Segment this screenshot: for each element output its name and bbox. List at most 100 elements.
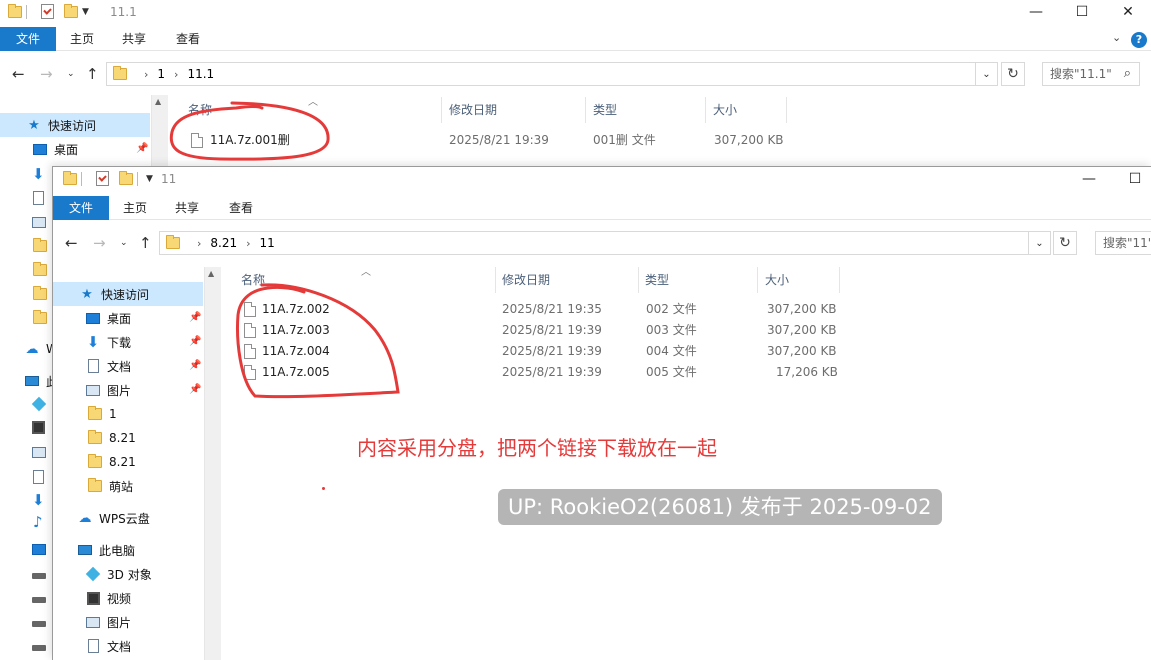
nav-pc-pictures[interactable]: 图片 [53,610,203,634]
address-bar[interactable]: › 1 › 11.1 [106,62,976,86]
maximize-button[interactable]: ☐ [1112,167,1151,191]
nav-quick-access[interactable]: ★ 快速访问 [53,282,203,306]
tab-home[interactable]: 主页 [109,196,161,220]
refresh-icon[interactable]: ↻ [1053,231,1077,255]
3d-objects-icon[interactable] [31,396,47,412]
folder-icon[interactable] [33,286,47,300]
recent-locations-chevron-icon[interactable]: ⌄ [67,69,75,79]
column-header-size[interactable]: 大小 [765,267,789,293]
documents-icon[interactable] [33,470,44,484]
file-row[interactable]: 11A.7z.003 2025/8/21 19:39 003 文件 307,20… [241,320,861,341]
nav-pictures[interactable]: 图片 [53,378,203,402]
column-header-type[interactable]: 类型 [645,267,669,293]
address-bar[interactable]: › 8.21 › 11 [159,231,1029,255]
scroll-up-arrow-icon[interactable]: ▲ [155,97,161,106]
pin-icon[interactable]: 📌 [189,312,201,323]
column-divider[interactable] [786,97,787,123]
forward-arrow-icon[interactable]: → [40,65,53,83]
pictures-icon[interactable] [32,447,46,458]
new-folder-icon[interactable] [64,3,78,18]
scroll-up-arrow-icon[interactable]: ▲ [208,269,214,278]
nav-3d-objects[interactable]: 3D 对象 [53,562,203,586]
close-button[interactable]: ✕ [1105,0,1151,24]
nav-pc-documents[interactable]: 文档 [53,634,203,658]
maximize-button[interactable]: ☐ [1059,0,1105,24]
address-dropdown-icon[interactable]: ⌄ [1029,231,1051,255]
expand-ribbon-icon[interactable]: ⌄ [1112,31,1121,44]
folder-icon[interactable] [33,238,47,252]
file-row[interactable]: 11A.7z.001删 2025/8/21 19:39 001删 文件 307,… [188,130,808,151]
nav-folder-8-21[interactable]: 8.21 [53,426,203,450]
tab-home[interactable]: 主页 [56,27,108,51]
back-arrow-icon[interactable]: ← [12,65,25,83]
column-divider[interactable] [585,97,586,123]
column-header-date[interactable]: 修改日期 [449,97,497,123]
new-folder-icon[interactable] [119,170,133,185]
drive-icon[interactable] [32,573,46,579]
downloads-arrow-icon[interactable]: ⬇ [32,491,45,509]
help-icon[interactable]: ? [1131,32,1147,48]
music-icon[interactable]: ♪ [33,513,43,531]
forward-arrow-icon[interactable]: → [93,234,106,252]
column-header-size[interactable]: 大小 [713,97,737,123]
breadcrumb-8-21[interactable]: 8.21 [210,236,237,250]
minimize-button[interactable]: — [1013,0,1059,24]
tab-view[interactable]: 查看 [213,196,269,220]
column-divider[interactable] [757,267,758,293]
nav-downloads[interactable]: ⬇ 下载 [53,330,203,354]
drive-icon[interactable] [32,645,46,651]
address-dropdown-icon[interactable]: ⌄ [976,62,998,86]
nav-wps-cloud[interactable]: ☁ WPS云盘 [53,506,203,530]
customize-toolbar-dropdown-icon[interactable]: ▼ [146,174,153,184]
nav-folder-1[interactable]: 1 [53,402,203,426]
back-arrow-icon[interactable]: ← [65,234,78,252]
pin-icon[interactable]: 📌 [136,143,148,154]
drive-icon[interactable] [32,597,46,603]
breadcrumb-11[interactable]: 11 [260,236,275,250]
tab-file[interactable]: 文件 [0,27,56,51]
desktop-icon[interactable] [32,544,46,555]
downloads-arrow-icon[interactable]: ⬇ [32,165,45,183]
tab-view[interactable]: 查看 [160,27,216,51]
pin-icon[interactable]: 📌 [189,384,201,395]
nav-folder-mengzhan[interactable]: 萌站 [53,474,203,498]
pictures-icon[interactable] [32,217,46,228]
recent-locations-chevron-icon[interactable]: ⌄ [120,238,128,248]
column-divider[interactable] [705,97,706,123]
folder-icon[interactable] [33,262,47,276]
nav-folder-8-21-2[interactable]: 8.21 [53,450,203,474]
column-header-name[interactable]: 名称 [188,97,212,123]
column-divider[interactable] [495,267,496,293]
nav-documents[interactable]: 文档 [53,354,203,378]
up-arrow-icon[interactable]: ↑ [139,234,152,252]
file-row[interactable]: 11A.7z.004 2025/8/21 19:39 004 文件 307,20… [241,341,861,362]
column-header-date[interactable]: 修改日期 [502,267,550,293]
tab-file[interactable]: 文件 [53,196,109,220]
file-row[interactable]: 11A.7z.002 2025/8/21 19:35 002 文件 307,20… [241,299,861,320]
search-input[interactable]: 搜索"11" [1095,231,1151,255]
nav-this-pc[interactable]: 此电脑 [53,538,203,562]
column-divider[interactable] [638,267,639,293]
folder-icon[interactable] [33,310,47,324]
drive-icon[interactable] [32,621,46,627]
nav-videos[interactable]: 视频 [53,586,203,610]
tab-share[interactable]: 共享 [161,196,213,220]
column-divider[interactable] [441,97,442,123]
column-divider[interactable] [839,267,840,293]
up-arrow-icon[interactable]: ↑ [86,65,99,83]
documents-icon[interactable] [33,191,44,205]
customize-toolbar-dropdown-icon[interactable]: ▼ [82,7,89,17]
column-header-type[interactable]: 类型 [593,97,617,123]
nav-desktop[interactable]: 桌面 [0,137,150,161]
refresh-icon[interactable]: ↻ [1001,62,1025,86]
properties-icon[interactable] [96,171,109,186]
properties-icon[interactable] [41,4,54,19]
breadcrumb-1[interactable]: 1 [157,67,165,81]
videos-icon[interactable] [32,421,45,434]
nav-desktop[interactable]: 桌面 [53,306,203,330]
nav-quick-access[interactable]: ★ 快速访问 [0,113,150,137]
file-row[interactable]: 11A.7z.005 2025/8/21 19:39 005 文件 17,206… [241,362,861,383]
search-input[interactable]: 搜索"11.1" ⌕ [1042,62,1140,86]
minimize-button[interactable]: — [1066,167,1112,191]
tab-share[interactable]: 共享 [108,27,160,51]
